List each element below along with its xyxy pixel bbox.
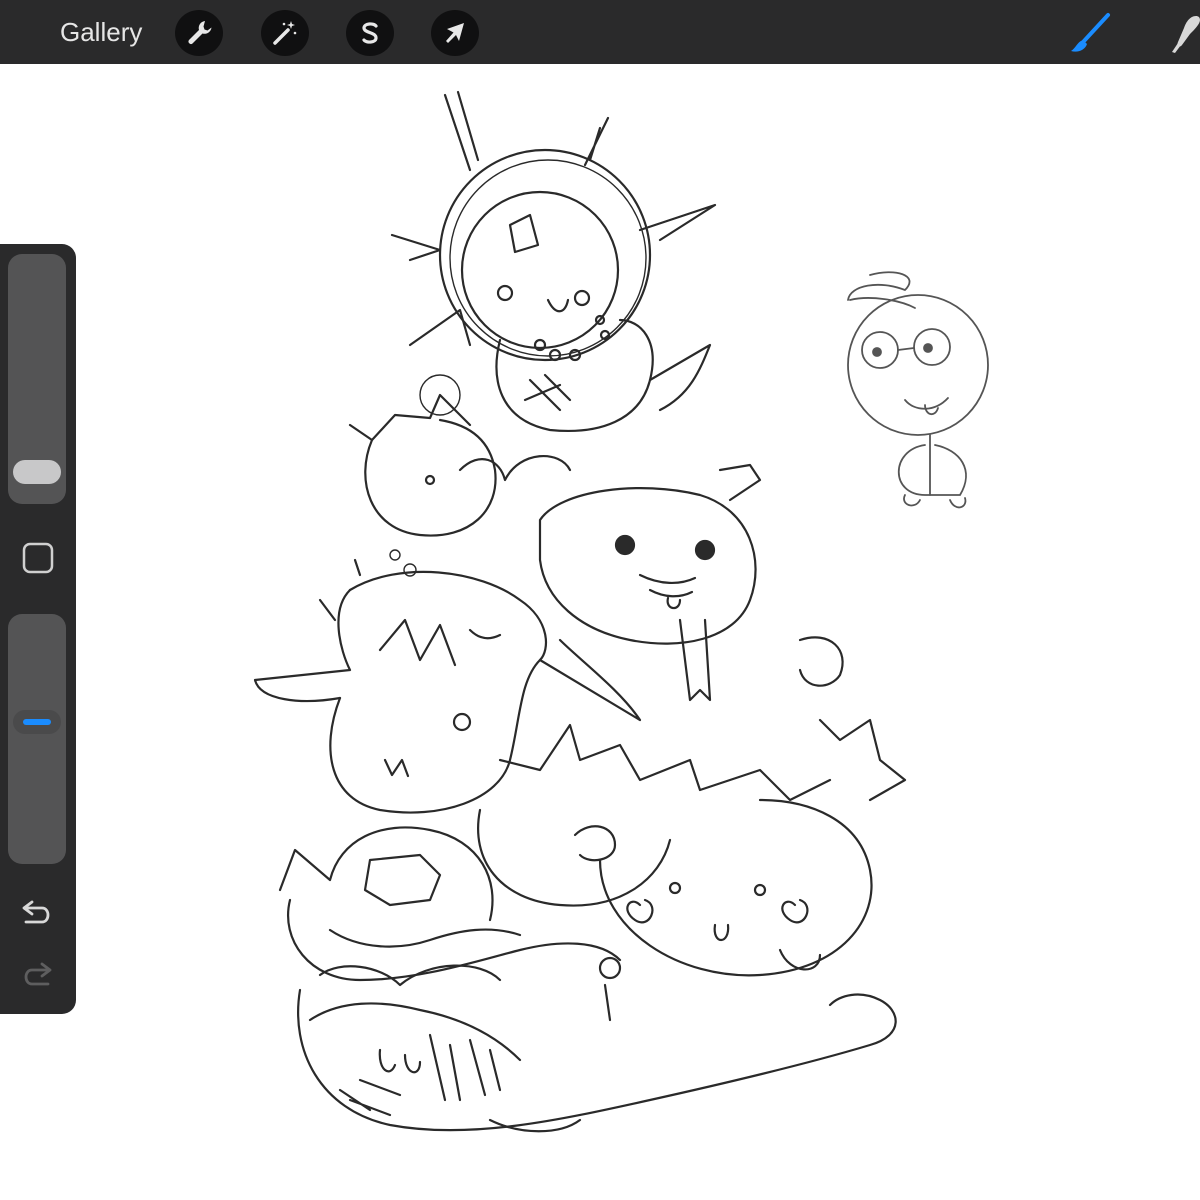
sketch-artwork (253, 90, 989, 1133)
smudge-tool-button[interactable] (1166, 12, 1200, 56)
brush-size-slider[interactable] (8, 254, 66, 504)
undo-icon (22, 900, 50, 924)
square-icon (22, 542, 54, 574)
sketch-goat-figure (253, 549, 642, 814)
sketch-spiky-cat (477, 718, 907, 977)
top-toolbar: Gallery (0, 0, 1200, 64)
undo-button[interactable] (20, 898, 54, 928)
opacity-slider-thumb[interactable] (13, 710, 61, 734)
sketch-stick-figure (847, 271, 989, 509)
brush-icon (1071, 13, 1110, 52)
opacity-indicator-bar (23, 719, 51, 725)
adjustments-button[interactable] (261, 10, 309, 56)
sketch-top-figure (390, 90, 717, 432)
selection-button[interactable] (346, 10, 394, 56)
sketch-turtle-figure (278, 826, 622, 1022)
left-sidebar (0, 244, 76, 1014)
arrow-cursor-icon (446, 23, 464, 43)
brush-size-slider-thumb[interactable] (13, 460, 61, 484)
sketch-walrus-bottom (297, 964, 897, 1133)
selection-s-icon (362, 22, 378, 44)
sketch-cat-left (348, 374, 572, 537)
transform-button[interactable] (431, 10, 479, 56)
magic-wand-icon (273, 21, 297, 45)
wrench-icon (188, 21, 212, 44)
drawing-canvas[interactable] (0, 64, 1200, 1200)
redo-icon (24, 962, 52, 986)
smudge-finger-icon (1172, 16, 1200, 53)
brush-tool-button[interactable] (1068, 12, 1114, 56)
sketch-seal-figure (538, 463, 844, 702)
modify-button[interactable] (22, 542, 54, 574)
opacity-slider[interactable] (8, 614, 66, 864)
actions-button[interactable] (175, 10, 223, 56)
gallery-button[interactable]: Gallery (60, 16, 142, 48)
redo-button[interactable] (20, 960, 54, 990)
